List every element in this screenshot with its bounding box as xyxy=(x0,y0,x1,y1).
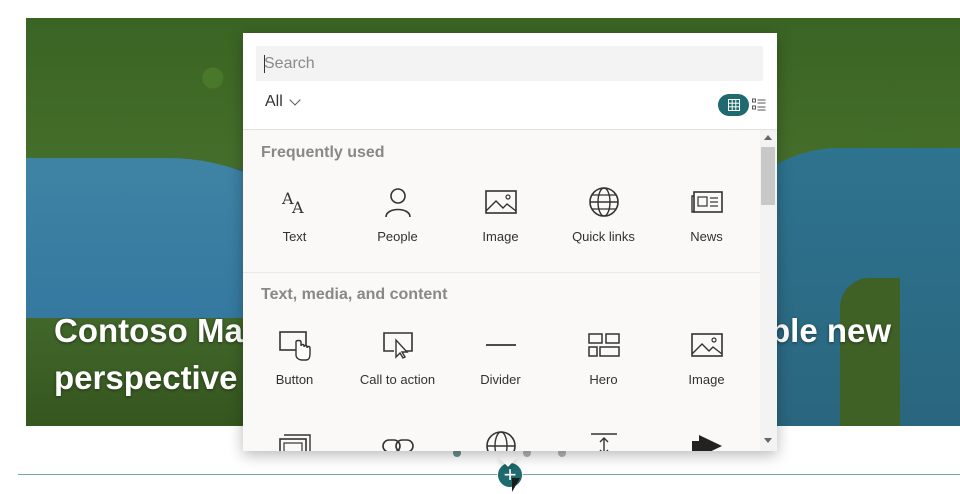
web-part-tile-partial[interactable] xyxy=(449,426,552,451)
hero-icon xyxy=(552,327,655,363)
page: Contoso Ma ble new perspective + All xyxy=(0,0,960,494)
category-filter-label: All xyxy=(265,93,283,110)
news-icon xyxy=(655,184,758,220)
tile-label: Call to action xyxy=(359,372,436,387)
web-part-tile-people[interactable]: People xyxy=(346,180,449,266)
web-part-tile-partial[interactable] xyxy=(346,426,449,451)
stream-icon xyxy=(655,428,758,451)
tile-label: News xyxy=(690,229,723,244)
list-view-icon[interactable] xyxy=(752,97,766,113)
tile-label: People xyxy=(377,229,418,244)
hero-title-line1-left: Contoso Ma xyxy=(54,312,243,349)
group-title-frequently-used: Frequently used xyxy=(261,144,385,161)
web-part-tile-partial[interactable] xyxy=(552,426,655,451)
web-part-tile-hero[interactable]: Hero xyxy=(552,323,655,409)
tile-label: Quick links xyxy=(572,229,635,244)
scrollbar-thumb[interactable] xyxy=(761,147,775,205)
globe-icon xyxy=(552,184,655,220)
tile-label: Divider xyxy=(480,372,521,387)
tile-label: Button xyxy=(275,372,314,387)
web-part-list: Frequently used A A Text People Image Qu… xyxy=(243,130,760,451)
svg-text:A: A xyxy=(291,198,304,217)
scroll-down-arrow-icon[interactable] xyxy=(764,438,772,443)
tile-label: Text xyxy=(282,229,307,244)
web-part-tile-image-2[interactable]: Image xyxy=(655,323,758,409)
tile-label: Image xyxy=(688,372,725,387)
web-part-tile-image[interactable]: Image xyxy=(449,180,552,266)
call-to-action-icon xyxy=(346,327,449,363)
scroll-up-arrow-icon[interactable] xyxy=(764,135,772,140)
web-part-tile-quick-links[interactable]: Quick links xyxy=(552,180,655,266)
section-divider-line xyxy=(18,474,960,475)
category-filter-dropdown[interactable]: All xyxy=(265,93,301,111)
web-part-tile-text[interactable]: A A Text xyxy=(243,180,346,266)
text-caret xyxy=(264,55,265,73)
group-separator xyxy=(243,272,760,273)
tile-label: Image xyxy=(482,229,519,244)
mouse-cursor-icon xyxy=(512,478,520,492)
image-gallery-icon xyxy=(243,428,346,451)
chevron-down-icon xyxy=(289,93,301,106)
web-part-tile-button[interactable]: Button xyxy=(243,323,346,409)
web-part-tile-call-to-action[interactable]: Call to action xyxy=(346,323,449,409)
link-icon xyxy=(346,428,449,451)
web-part-tile-partial[interactable] xyxy=(243,426,346,451)
globe-icon xyxy=(449,428,552,451)
grid-icon xyxy=(727,99,740,111)
people-icon xyxy=(346,184,449,220)
web-part-tile-divider[interactable]: Divider xyxy=(449,323,552,409)
image-icon xyxy=(655,327,758,363)
web-part-toolbox: All Frequently used xyxy=(243,33,777,451)
tile-label: Hero xyxy=(589,372,618,387)
web-part-tile-news[interactable]: News xyxy=(655,180,758,266)
grid-view-toggle[interactable] xyxy=(718,94,749,116)
button-icon xyxy=(243,327,346,363)
text-icon: A A xyxy=(243,184,346,220)
hero-title-line1-right: ble new xyxy=(770,312,892,349)
image-icon xyxy=(449,184,552,220)
search-input[interactable] xyxy=(256,46,763,81)
hero-title-line2: perspective xyxy=(54,359,238,396)
spacer-icon xyxy=(552,428,655,451)
web-part-tile-partial[interactable] xyxy=(655,426,758,451)
group-title-text-media-content: Text, media, and content xyxy=(261,286,448,303)
divider-icon xyxy=(449,327,552,363)
